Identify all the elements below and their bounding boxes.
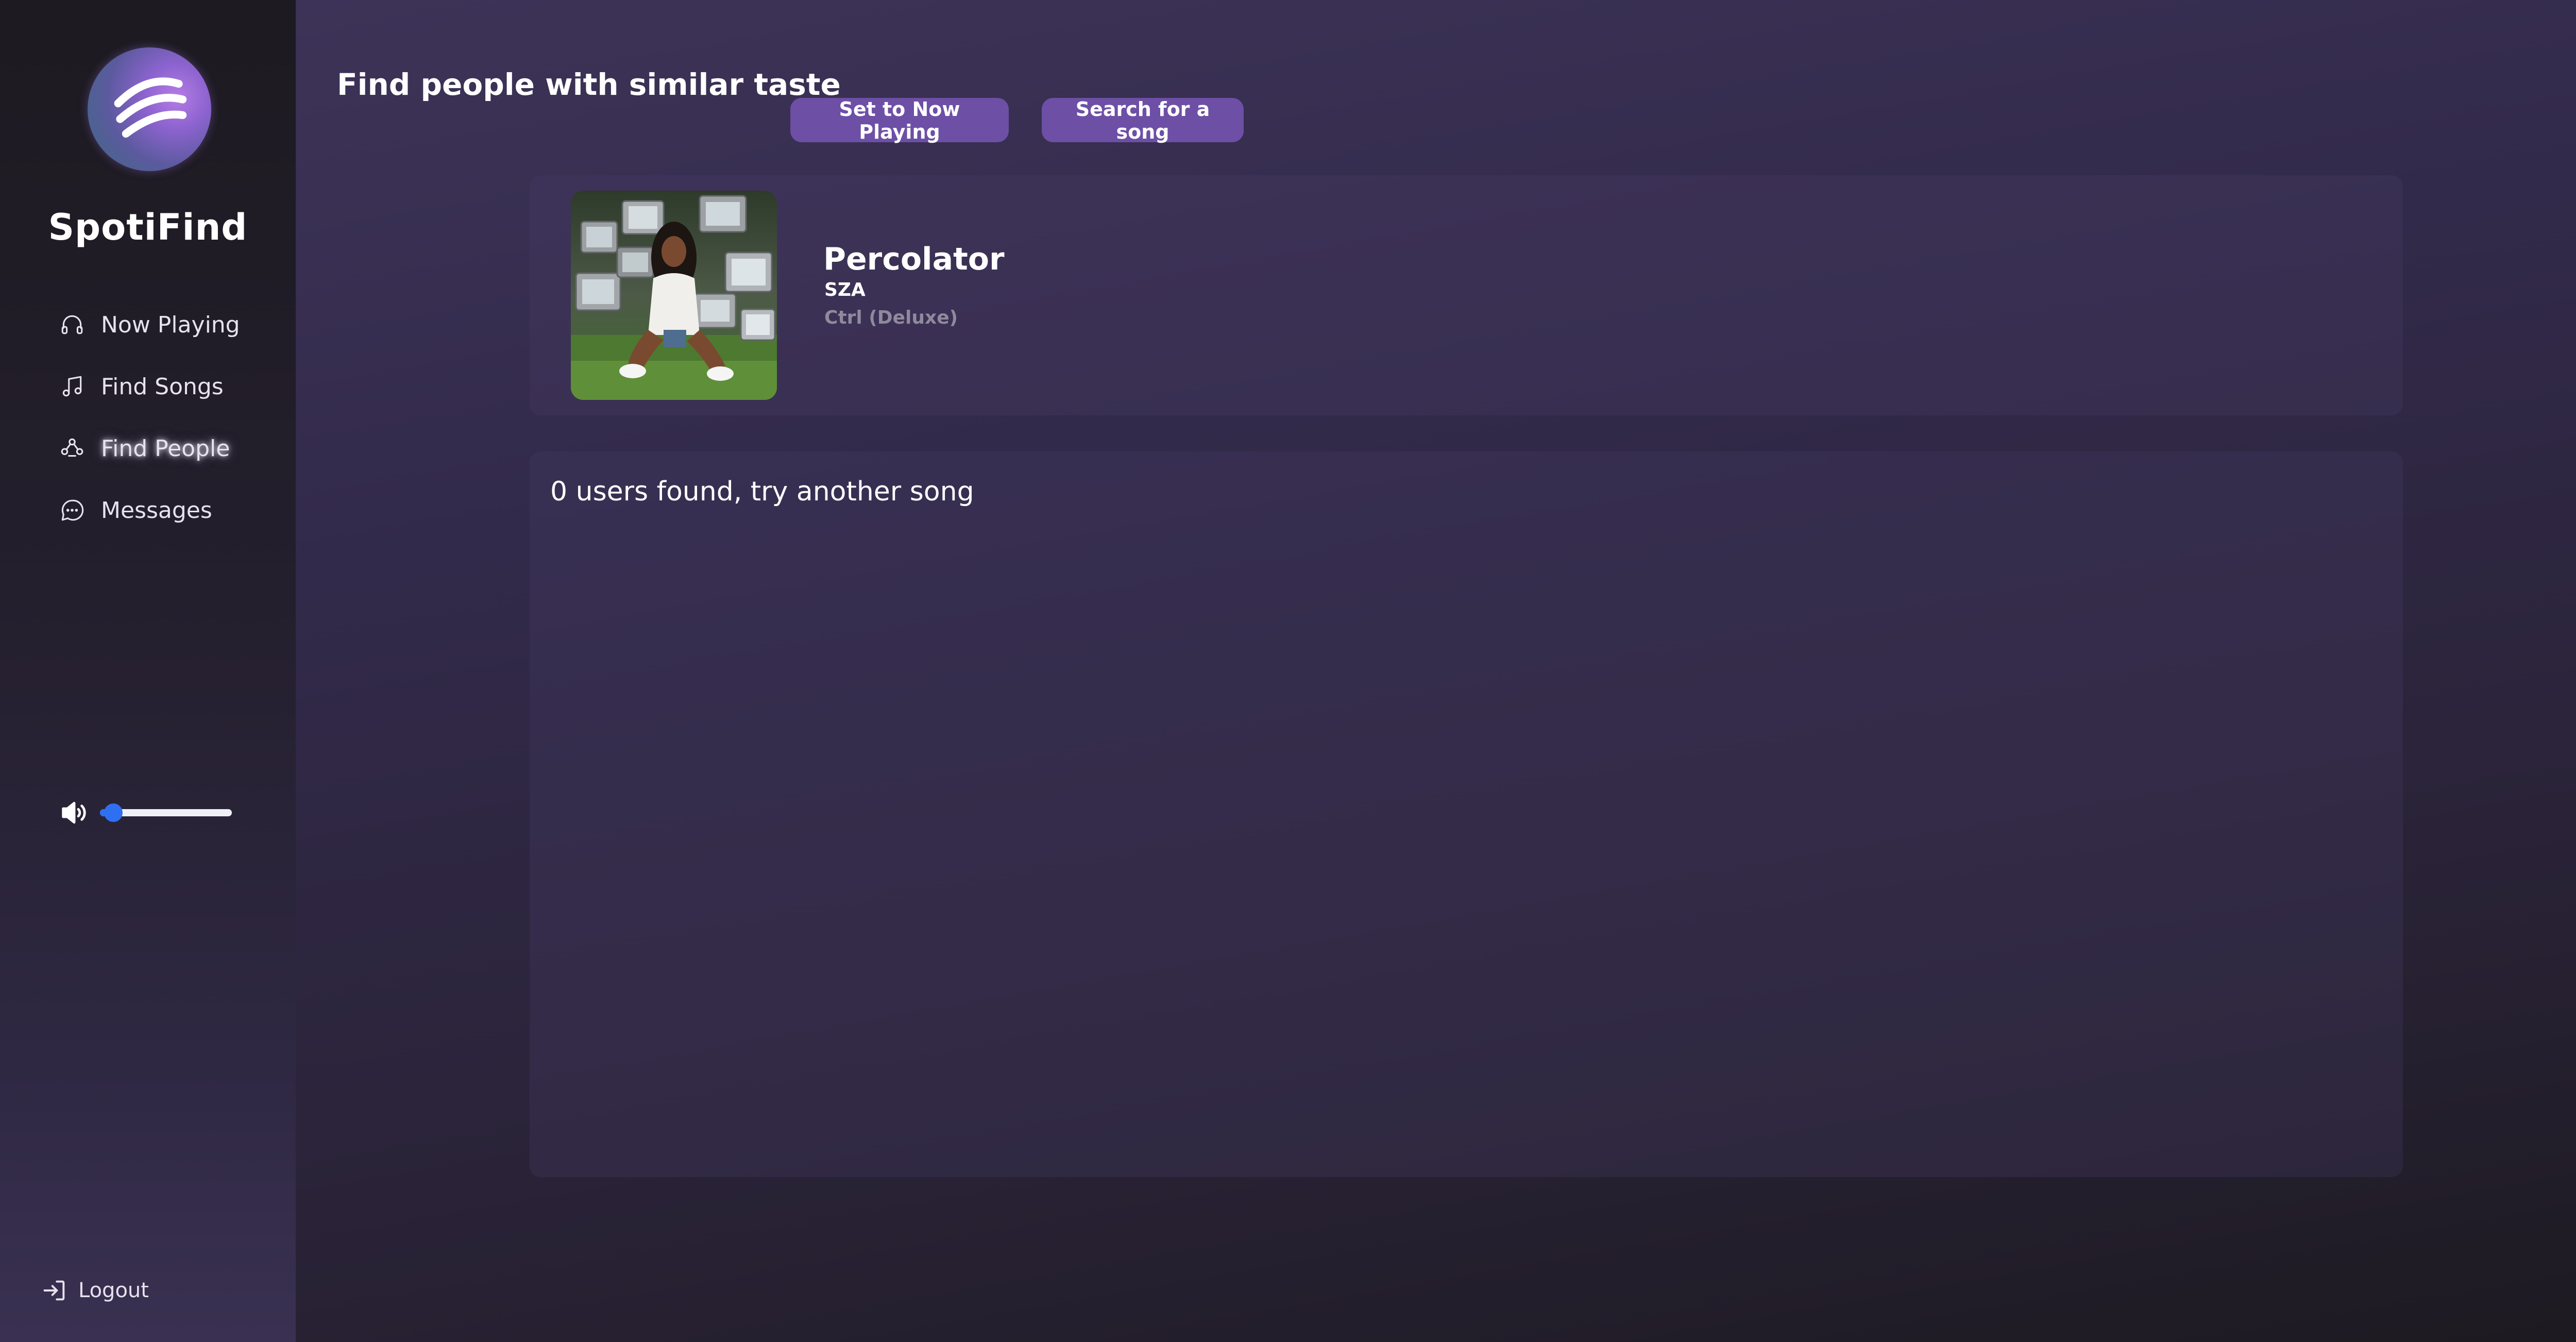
page-title: Find people with similar taste bbox=[337, 67, 841, 102]
speaker-icon[interactable] bbox=[58, 796, 91, 829]
sidebar-item-messages[interactable]: Messages bbox=[58, 490, 240, 531]
sidebar: SpotiFind Now Playing Find Songs Find Pe… bbox=[0, 0, 296, 1342]
sidebar-item-now-playing[interactable]: Now Playing bbox=[58, 304, 240, 345]
chat-bubble-icon bbox=[58, 496, 87, 525]
sidebar-item-label: Now Playing bbox=[101, 311, 240, 338]
app-window: SpotiFind Now Playing Find Songs Find Pe… bbox=[0, 0, 2576, 1342]
volume-slider-thumb[interactable] bbox=[104, 803, 123, 822]
sidebar-item-label: Messages bbox=[101, 497, 212, 524]
sidebar-item-label: Find Songs bbox=[101, 373, 224, 400]
headphones-icon bbox=[58, 310, 87, 339]
people-icon bbox=[58, 434, 87, 463]
sidebar-item-find-songs[interactable]: Find Songs bbox=[58, 366, 240, 407]
brand-name: SpotiFind bbox=[48, 206, 248, 248]
users-results-panel: 0 users found, try another song bbox=[530, 451, 2403, 1177]
volume-control bbox=[58, 796, 232, 829]
sidebar-nav: Now Playing Find Songs Find People Messa… bbox=[58, 304, 240, 551]
music-note-icon bbox=[58, 372, 87, 401]
selected-song-card: Percolator SZA Ctrl (Deluxe) bbox=[530, 175, 2403, 415]
volume-slider[interactable] bbox=[100, 803, 232, 822]
logout-button[interactable]: Logout bbox=[41, 1277, 149, 1304]
wave-logo-icon[interactable] bbox=[88, 47, 211, 171]
song-album: Ctrl (Deluxe) bbox=[824, 307, 958, 328]
results-message: 0 users found, try another song bbox=[550, 476, 974, 507]
sidebar-item-find-people[interactable]: Find People bbox=[58, 428, 240, 469]
logout-label: Logout bbox=[78, 1279, 149, 1302]
set-now-playing-button[interactable]: Set to Now Playing bbox=[790, 98, 1009, 143]
logout-icon bbox=[41, 1277, 68, 1304]
song-title: Percolator bbox=[823, 241, 1005, 277]
song-artist: SZA bbox=[824, 279, 866, 300]
search-song-button[interactable]: Search for a song bbox=[1042, 98, 1244, 143]
sidebar-item-label: Find People bbox=[101, 435, 230, 462]
album-cover-image bbox=[571, 191, 777, 400]
